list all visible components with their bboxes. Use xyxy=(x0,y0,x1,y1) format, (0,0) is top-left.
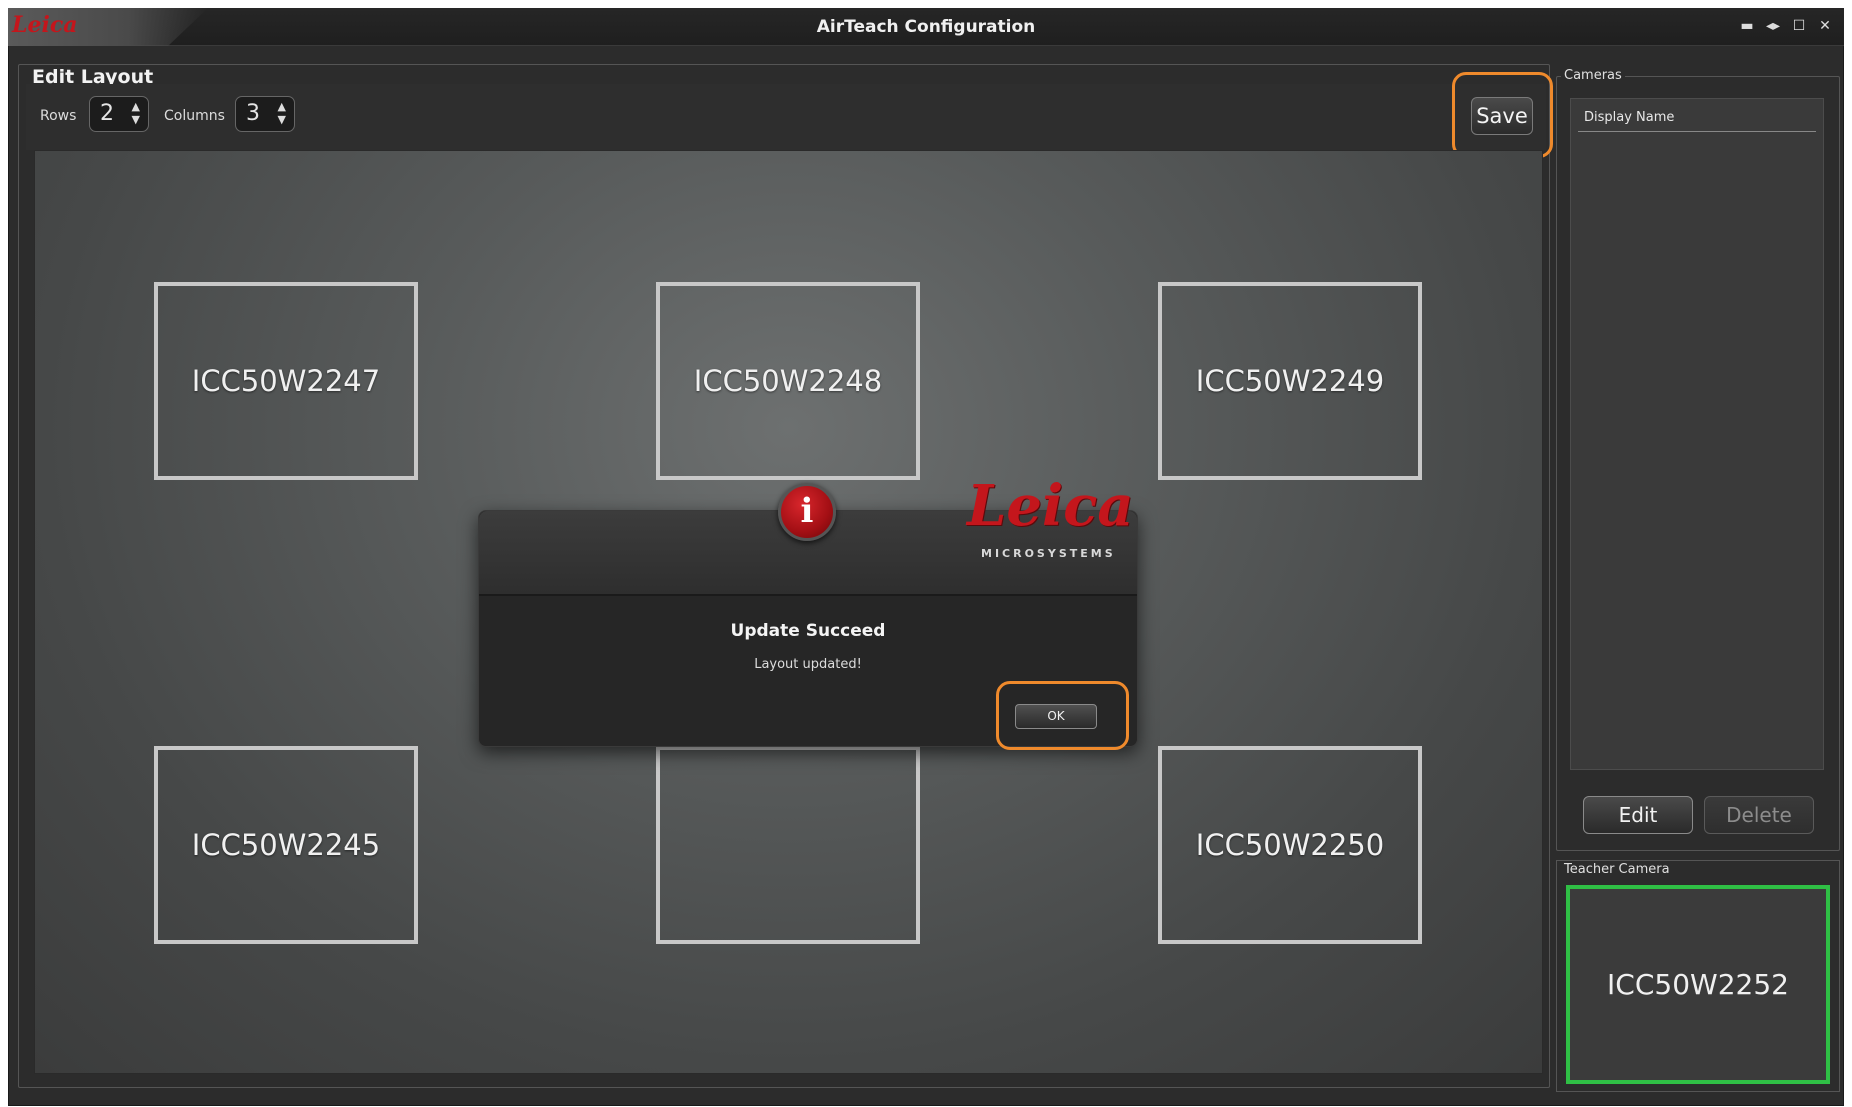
restore-icon[interactable]: ◂▸ xyxy=(1764,18,1782,34)
layout-cell[interactable]: ICC50W2245 xyxy=(154,746,418,944)
close-icon[interactable]: ✕ xyxy=(1816,18,1834,34)
camera-list[interactable] xyxy=(1570,98,1824,770)
title-bar: Leica AirTeach Configuration ▬ ◂▸ ☐ ✕ xyxy=(8,8,1844,46)
info-icon: i xyxy=(778,483,836,541)
rows-value: 2 xyxy=(100,101,114,126)
layout-cell-empty[interactable] xyxy=(656,746,920,944)
delete-button[interactable]: Delete xyxy=(1704,796,1814,834)
layout-cell[interactable]: ICC50W2250 xyxy=(1158,746,1422,944)
display-name-column-header[interactable]: Display Name xyxy=(1578,108,1816,132)
columns-value: 3 xyxy=(246,101,260,126)
cameras-title: Cameras xyxy=(1561,68,1625,83)
window-title: AirTeach Configuration xyxy=(816,17,1036,37)
dialog-title: Update Succeed xyxy=(730,621,886,641)
window-controls: ▬ ◂▸ ☐ ✕ xyxy=(1738,18,1834,34)
edit-button[interactable]: Edit xyxy=(1583,796,1693,834)
maximize-icon[interactable]: ☐ xyxy=(1790,18,1808,34)
save-highlight-annotation xyxy=(1452,72,1553,158)
layout-cell[interactable]: ICC50W2249 xyxy=(1158,282,1422,480)
columns-label: Columns xyxy=(164,108,225,124)
columns-spinner[interactable]: 3 ▲ ▼ xyxy=(235,96,295,132)
minimize-icon[interactable]: ▬ xyxy=(1738,18,1756,34)
rows-spinner[interactable]: 2 ▲ ▼ xyxy=(89,96,149,132)
ok-highlight-annotation xyxy=(996,681,1129,750)
layout-cell[interactable]: ICC50W2247 xyxy=(154,282,418,480)
layout-toolbar: Rows 2 ▲ ▼ Columns 3 ▲ ▼ xyxy=(26,84,1546,150)
leica-logo: Leica xyxy=(967,473,1134,539)
spinner-arrows-icon[interactable]: ▲ ▼ xyxy=(132,100,140,126)
teacher-camera-cell[interactable]: ICC50W2252 xyxy=(1566,885,1830,1084)
leica-subtitle: MICROSYSTEMS xyxy=(981,547,1116,560)
teacher-camera-title: Teacher Camera xyxy=(1561,862,1673,877)
rows-label: Rows xyxy=(40,108,77,124)
layout-cell[interactable]: ICC50W2248 xyxy=(656,282,920,480)
dialog-message: Layout updated! xyxy=(754,657,862,672)
spinner-arrows-icon[interactable]: ▲ ▼ xyxy=(278,100,286,126)
